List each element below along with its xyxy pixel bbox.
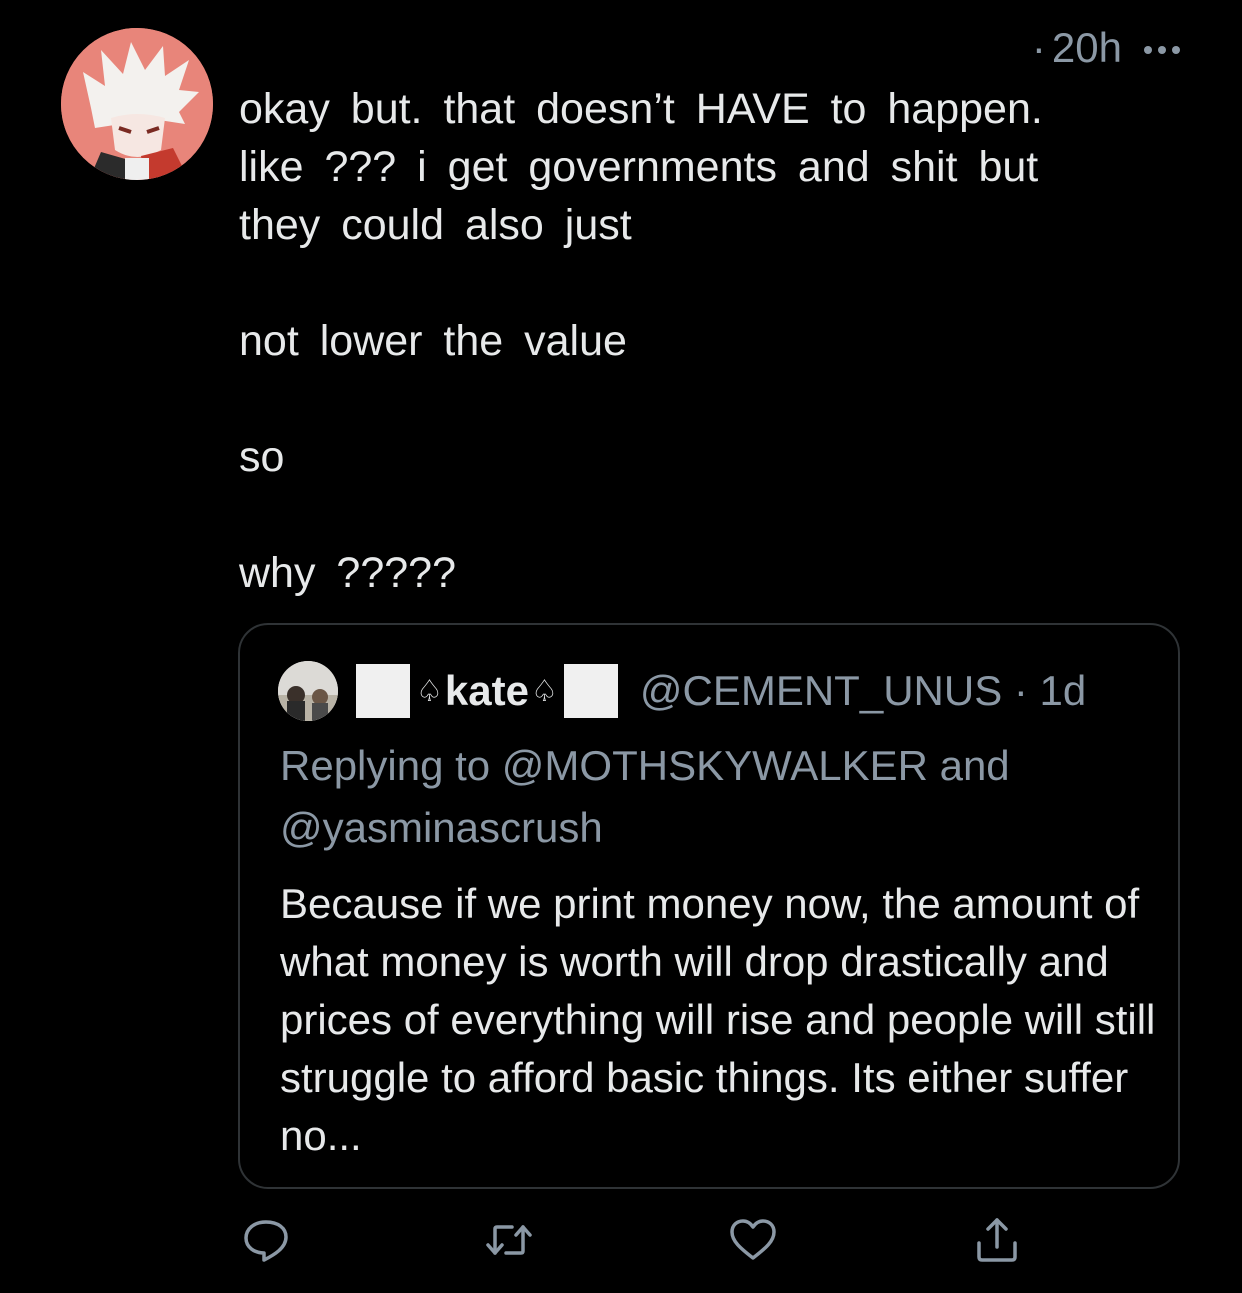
- timestamp[interactable]: · 20h: [1032, 24, 1122, 72]
- meta-dot: ·: [1031, 24, 1046, 71]
- tweet-meta: · 20h: [1032, 24, 1180, 72]
- spade-icon: ♤: [416, 674, 443, 708]
- retweet-button[interactable]: [484, 1215, 534, 1265]
- more-dot: [1144, 46, 1152, 54]
- share-icon: [977, 1218, 1017, 1262]
- author-avatar[interactable]: [61, 28, 213, 180]
- reply-icon: [244, 1220, 288, 1262]
- quoted-author-handle[interactable]: @CEMENT_UNUS · 1d: [640, 667, 1086, 715]
- like-button[interactable]: [728, 1215, 778, 1265]
- quoted-author-name[interactable]: ♤ kate ♤: [414, 667, 560, 715]
- retweet-icon: [486, 1225, 532, 1255]
- share-button[interactable]: [972, 1215, 1022, 1265]
- emoji-box: [563, 664, 618, 718]
- tweet-text: okay but. that doesn’t HAVE to happen. l…: [239, 80, 1179, 602]
- tweet-paragraph: not lower the value: [239, 317, 627, 365]
- quoted-author-avatar[interactable]: [278, 661, 338, 721]
- tweet-paragraph: so: [239, 433, 285, 481]
- time-label: 20h: [1051, 24, 1122, 71]
- emoji-box: [356, 664, 410, 718]
- more-options-icon[interactable]: [1144, 42, 1180, 54]
- like-icon: [730, 1219, 776, 1260]
- quoted-author-name-text: kate: [444, 667, 529, 714]
- tweet-line: they could also just: [239, 201, 632, 249]
- quoted-tweet-text: Because if we print money now, the amoun…: [280, 880, 1156, 1159]
- quoted-tweet[interactable]: ♤ kate ♤ @CEMENT_UNUS · 1d Replying to @MO…: [238, 623, 1180, 1189]
- tweet-line: like ??? i get governments and shit but: [239, 143, 1039, 191]
- quoted-tweet-header: ♤ kate ♤ @CEMENT_UNUS · 1d: [278, 661, 1086, 721]
- replying-to: Replying to @MOTHSKYWALKER and @yasminas…: [280, 742, 1010, 851]
- more-dot: [1172, 46, 1180, 54]
- tweet-paragraph: why ?????: [239, 549, 456, 597]
- reply-button[interactable]: [241, 1215, 291, 1265]
- spade-icon: ♤: [530, 674, 558, 708]
- more-dot: [1158, 46, 1166, 54]
- tweet-line: okay but. that doesn’t HAVE to happen.: [239, 85, 1043, 133]
